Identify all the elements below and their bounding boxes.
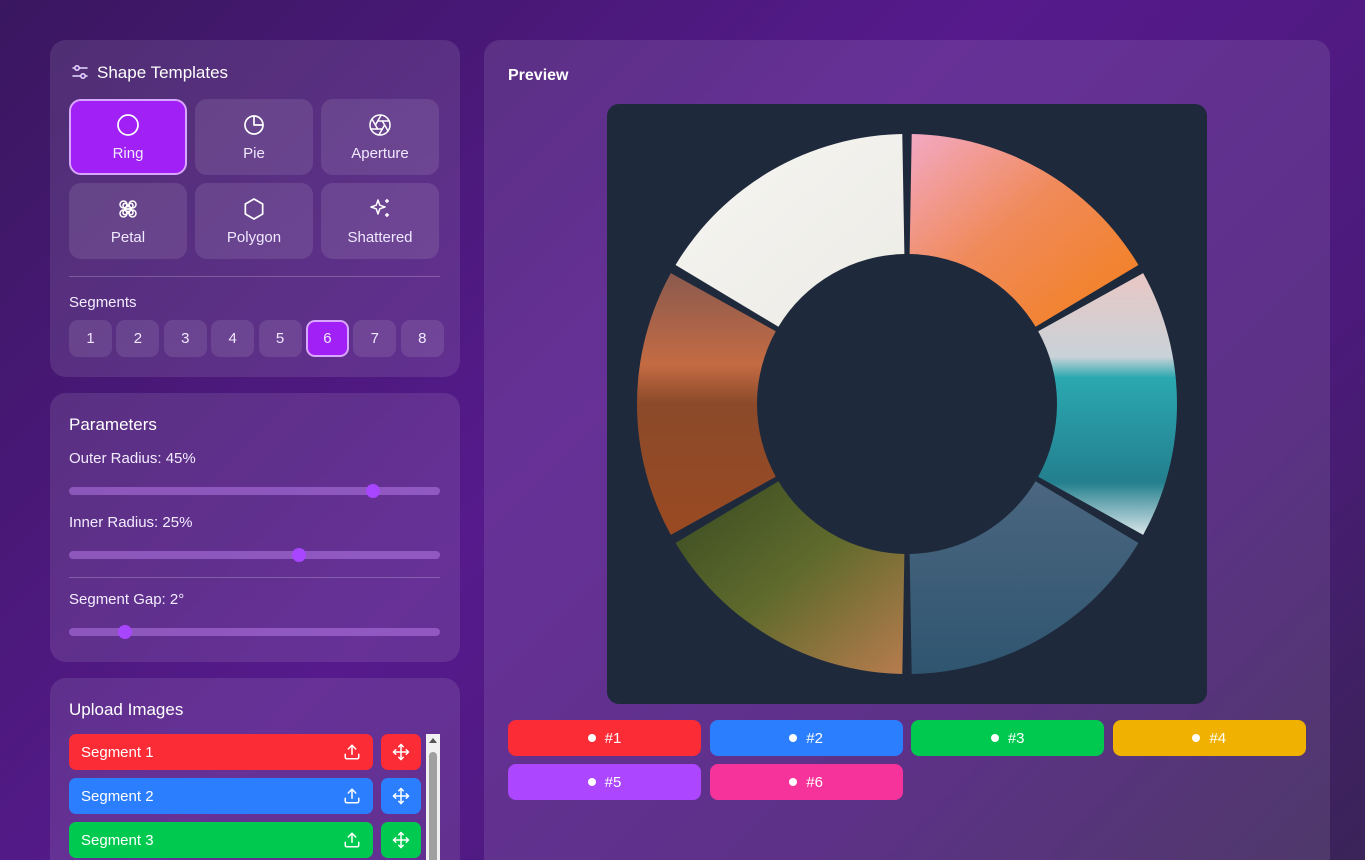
scroll-thumb[interactable] xyxy=(429,752,437,860)
flower-icon xyxy=(119,199,137,218)
dot-icon xyxy=(587,734,596,742)
segment-gap-slider[interactable] xyxy=(69,625,440,639)
upload-segment-label: Segment 3 xyxy=(81,831,154,849)
move-icon xyxy=(392,787,410,805)
template-aperture-button[interactable]: Aperture xyxy=(321,99,439,175)
template-label: Aperture xyxy=(351,144,409,162)
hexagon-icon xyxy=(244,197,264,220)
chip-label: #4 xyxy=(1209,729,1227,747)
move-segment-2-button[interactable] xyxy=(381,778,421,814)
ring-segments xyxy=(637,134,1177,674)
upload-row-3: Segment 3 xyxy=(69,822,421,858)
dot-icon xyxy=(1192,734,1201,742)
template-label: Petal xyxy=(110,228,146,246)
template-petal-button[interactable]: Petal xyxy=(69,183,187,259)
upload-segment-1-button[interactable]: Segment 1 xyxy=(69,734,373,770)
template-polygon-button[interactable]: Polygon xyxy=(195,183,313,259)
preview-title: Preview xyxy=(508,67,569,84)
scroll-up-arrow-icon[interactable] xyxy=(429,738,437,743)
move-segment-3-button[interactable] xyxy=(381,822,421,858)
template-label: Pie xyxy=(243,144,265,162)
slider-thumb[interactable] xyxy=(366,484,381,498)
dot-icon xyxy=(789,734,798,742)
upload-images-title: Upload Images xyxy=(69,700,184,719)
dot-icon xyxy=(587,778,596,786)
segment-count-3[interactable]: 3 xyxy=(163,320,207,357)
preview-canvas[interactable] xyxy=(607,104,1207,704)
dot-icon xyxy=(990,734,999,742)
move-segment-1-button[interactable] xyxy=(381,734,421,770)
slider-thumb[interactable] xyxy=(117,625,132,639)
upload-icon xyxy=(344,832,360,848)
upload-segment-2-button[interactable]: Segment 2 xyxy=(69,778,373,814)
segment-chip-2[interactable]: #2 xyxy=(709,720,903,756)
segment-chip-5[interactable]: #5 xyxy=(508,764,701,800)
upload-segment-label: Segment 2 xyxy=(81,787,154,805)
segment-count-5[interactable]: 5 xyxy=(258,320,302,357)
outer-radius-slider[interactable] xyxy=(69,484,440,498)
preview-panel: Preview #1 #2 #3 #4 #5 #6 xyxy=(484,40,1330,860)
template-label: Shattered xyxy=(347,228,413,246)
sliders-icon xyxy=(72,65,88,79)
segments-selector: 1 2 3 4 5 6 7 8 xyxy=(69,320,444,357)
upload-icon xyxy=(344,744,360,760)
upload-images-panel: Upload Images Segment 1 Segment 2 Segmen… xyxy=(50,678,460,860)
segment-count-4[interactable]: 4 xyxy=(211,320,255,357)
template-shattered-button[interactable]: Shattered xyxy=(321,183,439,259)
chip-label: #5 xyxy=(604,773,622,791)
template-ring-button[interactable]: Ring xyxy=(69,99,187,175)
shape-templates-title: Shape Templates xyxy=(97,63,229,82)
inner-radius-label: Inner Radius: 25% xyxy=(69,514,193,531)
shape-templates-panel: Shape Templates Ring Pie Aperture Petal … xyxy=(50,40,460,377)
outer-radius-label: Outer Radius: 45% xyxy=(69,450,196,467)
upload-segment-3-button[interactable]: Segment 3 xyxy=(69,822,373,858)
upload-segment-label: Segment 1 xyxy=(81,743,154,761)
template-pie-button[interactable]: Pie xyxy=(195,99,313,175)
chip-label: #1 xyxy=(604,729,622,747)
inner-radius-slider[interactable] xyxy=(69,548,440,562)
template-label: Ring xyxy=(112,144,144,162)
segment-chip-3[interactable]: #3 xyxy=(911,720,1105,756)
segment-chips: #1 #2 #3 #4 #5 #6 xyxy=(508,720,1306,800)
segment-count-6[interactable]: 6 xyxy=(305,320,349,357)
chip-label: #2 xyxy=(806,729,823,747)
divider xyxy=(69,276,440,277)
segment-chip-1[interactable]: #1 xyxy=(508,720,701,756)
segments-label: Segments xyxy=(69,294,137,311)
slider-thumb[interactable] xyxy=(292,548,307,562)
segment-count-8[interactable]: 8 xyxy=(400,320,444,357)
pie-chart-icon xyxy=(244,114,264,135)
parameters-panel: Parameters Outer Radius: 45% Inner Radiu… xyxy=(50,393,460,662)
upload-list-scrollbar[interactable] xyxy=(426,734,440,860)
chip-label: #3 xyxy=(1007,729,1025,747)
parameters-title: Parameters xyxy=(69,415,157,434)
segment-chip-6[interactable]: #6 xyxy=(709,764,903,800)
move-icon xyxy=(392,831,410,849)
upload-row-1: Segment 1 xyxy=(69,734,421,770)
move-icon xyxy=(392,743,410,761)
chip-label: #6 xyxy=(806,773,823,791)
ring-preview xyxy=(637,134,1177,674)
segment-chip-4[interactable]: #4 xyxy=(1112,720,1306,756)
circle-icon xyxy=(117,113,139,136)
dot-icon xyxy=(789,778,798,786)
divider xyxy=(69,577,440,578)
upload-row-2: Segment 2 xyxy=(69,778,421,814)
upload-icon xyxy=(344,788,360,804)
segment-gap-label: Segment Gap: 2° xyxy=(69,591,185,608)
segment-count-2[interactable]: 2 xyxy=(116,320,160,357)
template-grid: Ring Pie Aperture Petal Polygon Shattere… xyxy=(69,99,440,259)
sparkles-icon xyxy=(370,198,389,217)
aperture-icon xyxy=(369,113,391,136)
segment-count-1[interactable]: 1 xyxy=(69,320,112,357)
segment-count-7[interactable]: 7 xyxy=(353,320,397,357)
template-label: Polygon xyxy=(226,228,282,246)
